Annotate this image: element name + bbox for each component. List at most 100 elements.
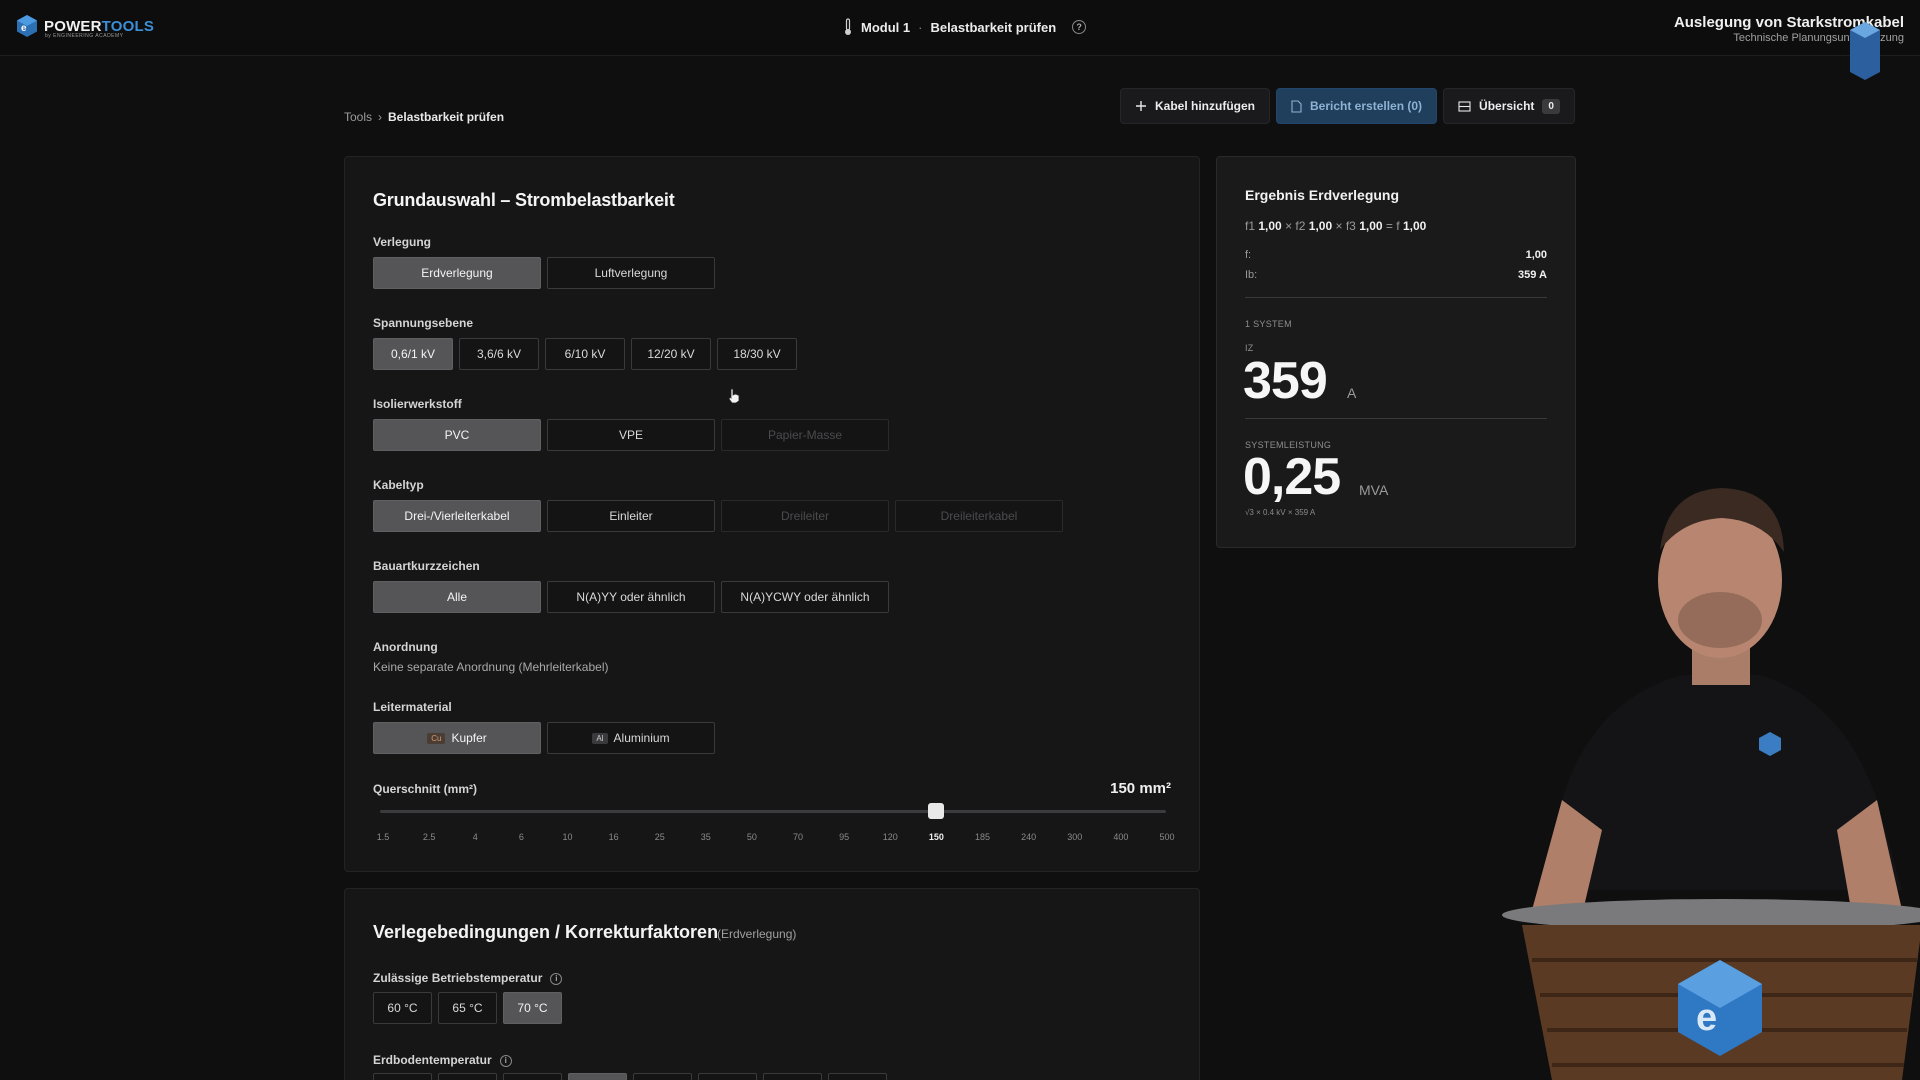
option-temp-70[interactable]: 70 °C [503,992,562,1024]
soil-temp-option[interactable] [828,1073,887,1080]
cross-section-tick[interactable]: 16 [609,832,619,842]
arrangement-text: Keine separate Anordnung (Mehrleiterkabe… [373,660,609,674]
cross-section-tick[interactable]: 4 [473,832,478,842]
overview-button[interactable]: Übersicht 0 [1443,88,1575,124]
cross-section-tick[interactable]: 500 [1159,832,1174,842]
option-temp-60[interactable]: 60 °C [373,992,432,1024]
system-power-formula: √3 × 0.4 kV × 359 A [1245,508,1316,517]
iz-value: 359 [1243,352,1328,410]
result-ib-value: 359 A [1518,269,1547,281]
basic-selection-panel: Grundauswahl – Strombelastbarkeit Verleg… [344,156,1200,872]
breadcrumb-tools[interactable]: Tools [344,110,372,124]
system-power-value: 0,25 [1243,448,1341,506]
option-naycwy[interactable]: N(A)YCWY oder ähnlich [721,581,889,613]
cross-section-tick[interactable]: 120 [883,832,898,842]
option-drei-vierleiter[interactable]: Drei-/Vierleiterkabel [373,500,541,532]
aluminium-label: Aluminium [613,731,670,745]
option-voltage-12-20[interactable]: 12/20 kV [631,338,711,370]
soil-temp-option[interactable] [698,1073,757,1080]
laying-label: Verlegung [373,235,432,249]
voltage-options: 0,6/1 kV 3,6/6 kV 6/10 kV 12/20 kV 18/30… [373,338,797,370]
cross-section-slider-track[interactable] [380,810,1166,813]
option-aluminium[interactable]: Al Aluminium [547,722,715,754]
logo-text: POWERTOOLS [44,17,155,35]
soil-temp-option[interactable] [763,1073,822,1080]
option-voltage-18-30[interactable]: 18/30 kV [717,338,797,370]
soil-temp-option[interactable] [568,1073,627,1080]
option-pvc[interactable]: PVC [373,419,541,451]
cable-type-label: Kabeltyp [373,478,424,492]
divider [1245,297,1547,298]
result-row-f: f: 1,00 [1245,249,1547,261]
cross-section-tick[interactable]: 95 [839,832,849,842]
option-alle[interactable]: Alle [373,581,541,613]
soil-temp-option[interactable] [633,1073,692,1080]
soil-temp-option[interactable] [503,1073,562,1080]
option-nayy[interactable]: N(A)YY oder ähnlich [547,581,715,613]
cross-section-tick[interactable]: 25 [655,832,665,842]
action-bar: Kabel hinzufügen Bericht erstellen (0) Ü… [1120,88,1575,124]
soil-temp-text: Erdbodentemperatur [373,1053,492,1067]
soil-temp-option[interactable] [438,1073,497,1080]
option-papier-masse: Papier-Masse [721,419,889,451]
logo-subtitle: by ENGINEERING ACADEMY [45,33,124,39]
module-indicator: Modul 1 · Belastbarkeit prüfen ? [843,18,1087,36]
type-code-options: Alle N(A)YY oder ähnlich N(A)YCWY oder ä… [373,581,889,613]
option-voltage-3-6-6[interactable]: 3,6/6 kV [459,338,539,370]
module-name: Modul 1 [861,19,911,35]
logo-icon: e [17,15,37,37]
option-temp-65[interactable]: 65 °C [438,992,497,1024]
module-separator: · [918,19,923,35]
cross-section-slider-thumb[interactable] [928,803,945,819]
cross-section-tick[interactable]: 1.5 [377,832,390,842]
option-luftverlegung[interactable]: Luftverlegung [547,257,715,289]
add-cable-button[interactable]: Kabel hinzufügen [1120,88,1270,124]
svg-text:e: e [1696,997,1717,1039]
result-title: Ergebnis Erdverlegung [1245,187,1400,203]
option-voltage-6-10[interactable]: 6/10 kV [545,338,625,370]
svg-text:e: e [21,23,27,34]
breadcrumb-separator: › [378,110,383,124]
soil-temp-option[interactable] [373,1073,432,1080]
cross-section-label: Querschnitt (mm²) [373,782,478,796]
cross-section-tick[interactable]: 150 [929,832,944,842]
info-icon[interactable]: i [550,972,563,985]
cross-section-value: 150 mm² [1110,780,1171,797]
cable-type-options: Drei-/Vierleiterkabel Einleiter Dreileit… [373,500,1063,532]
document-icon [1291,99,1302,113]
result-f-value: 1,00 [1525,249,1547,261]
option-kupfer[interactable]: Cu Kupfer [373,722,541,754]
cross-section-tick[interactable]: 400 [1113,832,1128,842]
panel-title: Grundauswahl – Strombelastbarkeit [373,190,675,210]
top-bar: e POWERTOOLS by ENGINEERING ACADEMY Modu… [0,0,1920,56]
cross-section-tick[interactable]: 70 [793,832,803,842]
cross-section-tick[interactable]: 50 [747,832,757,842]
option-voltage-0-6-1[interactable]: 0,6/1 kV [373,338,453,370]
option-erdverlegung[interactable]: Erdverlegung [373,257,541,289]
insulation-label: Isolierwerkstoff [373,397,462,411]
cross-section-tick[interactable]: 6 [519,832,524,842]
cross-section-tick[interactable]: 300 [1067,832,1082,842]
aluminium-tag: Al [592,732,608,744]
operating-temp-options: 60 °C 65 °C 70 °C [373,992,562,1024]
option-einleiter[interactable]: Einleiter [547,500,715,532]
module-page: Belastbarkeit prüfen [930,19,1057,35]
conductor-label: Leitermaterial [373,700,452,714]
option-vpe[interactable]: VPE [547,419,715,451]
voltage-label: Spannungsebene [373,316,474,330]
info-icon[interactable]: i [499,1054,512,1067]
breadcrumb: Tools › Belastbarkeit prüfen [344,110,504,124]
copper-tag: Cu [427,732,446,744]
list-icon [1458,100,1471,112]
cross-section-tick[interactable]: 185 [975,832,990,842]
cross-section-tick[interactable]: 2.5 [423,832,436,842]
type-code-label: Bauartkurzzeichen [373,559,480,573]
option-dreileiterkabel: Dreileiterkabel [895,500,1063,532]
create-report-button[interactable]: Bericht erstellen (0) [1276,88,1438,124]
cross-section-tick[interactable]: 10 [562,832,572,842]
help-icon[interactable]: ? [1072,20,1087,34]
cross-section-tick[interactable]: 35 [701,832,711,842]
insulation-options: PVC VPE Papier-Masse [373,419,889,451]
cross-section-tick[interactable]: 240 [1021,832,1036,842]
add-cable-label: Kabel hinzufügen [1155,99,1255,113]
